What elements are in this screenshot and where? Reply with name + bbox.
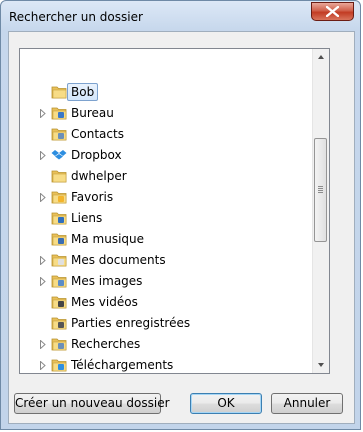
scroll-thumb[interactable] [314, 138, 327, 242]
saved-games-folder-icon [51, 317, 67, 330]
thumb-grip-line [318, 186, 323, 187]
tree-item[interactable]: Bureau [20, 103, 312, 124]
scroll-down-button[interactable] [313, 356, 329, 373]
music-folder-icon [51, 233, 67, 246]
arrow-down-icon [318, 363, 324, 367]
tree-item[interactable]: dwhelper [20, 166, 312, 187]
close-button[interactable] [311, 2, 354, 21]
expand-arrow-icon[interactable] [39, 361, 47, 370]
tree-item[interactable]: Mes images [20, 271, 312, 292]
tree-item[interactable]: Mes vidéos [20, 292, 312, 313]
links-folder-icon [51, 212, 67, 225]
tree-item-label: Bureau [71, 106, 114, 120]
tree-item[interactable]: Ma musique [20, 229, 312, 250]
expand-arrow-icon[interactable] [39, 277, 47, 286]
browse-folder-dialog: Rechercher un dossier Bob Bureau Contacts D… [0, 0, 361, 430]
tree-item-label: Parties enregistrées [71, 316, 191, 330]
downloads-folder-icon [51, 359, 67, 372]
tree-item[interactable]: Téléchargements [20, 355, 312, 373]
tree-item[interactable]: Recherches [20, 334, 312, 355]
tree-item[interactable]: Liens [20, 208, 312, 229]
tree-item-label: Ma musique [71, 232, 145, 246]
tree-item-label: dwhelper [71, 169, 127, 183]
tree-item-label: Liens [71, 211, 103, 225]
expand-arrow-icon[interactable] [39, 109, 47, 118]
ok-button[interactable]: OK [190, 393, 262, 414]
expand-arrow-icon[interactable] [39, 256, 47, 265]
folder-tree[interactable]: Bob Bureau Contacts Dropbox dwhelper Favoris L… [19, 48, 330, 374]
tree-item-label: Mes images [71, 274, 143, 288]
thumb-grip-line [318, 190, 323, 191]
pictures-folder-icon [51, 275, 67, 288]
thumb-grip-line [318, 188, 323, 189]
tree-item[interactable]: Parties enregistrées [20, 313, 312, 334]
videos-folder-icon [51, 296, 67, 309]
title-bar[interactable]: Rechercher un dossier [1, 1, 360, 31]
user-folder-icon [51, 86, 67, 99]
expand-arrow-icon[interactable] [39, 193, 47, 202]
scroll-up-button[interactable] [313, 49, 329, 66]
tree-item[interactable]: Favoris [20, 187, 312, 208]
desktop-folder-icon [51, 107, 67, 120]
tree-item[interactable]: Bob [20, 82, 312, 103]
tree-item-label: Téléchargements [71, 358, 174, 372]
close-icon [326, 6, 339, 17]
tree-item-label: Contacts [71, 127, 124, 141]
arrow-up-icon [318, 55, 324, 59]
tree-item[interactable]: Dropbox [20, 145, 312, 166]
tree-item[interactable]: Contacts [20, 124, 312, 145]
tree-item-label: Bob [67, 83, 99, 101]
documents-folder-icon [51, 254, 67, 267]
tree-item-label: Dropbox [71, 148, 122, 162]
tree-item[interactable]: Mes documents [20, 250, 312, 271]
dialog-title: Rechercher un dossier [9, 10, 143, 24]
favorites-folder-icon [51, 191, 67, 204]
folder-icon [51, 170, 67, 183]
new-folder-button[interactable]: Créer un nouveau dossier [14, 393, 170, 414]
tree-item-label: Recherches [71, 337, 141, 351]
tree-item-label: Mes documents [71, 253, 166, 267]
cancel-button[interactable]: Annuler [271, 393, 343, 414]
thumb-grip-line [318, 192, 323, 193]
contacts-folder-icon [51, 128, 67, 141]
dropbox-icon [51, 150, 67, 160]
searches-folder-icon [51, 338, 67, 351]
vertical-scrollbar[interactable] [312, 49, 329, 373]
tree-item-label: Favoris [71, 190, 114, 204]
tree-item-label: Mes vidéos [71, 295, 138, 309]
expand-arrow-icon[interactable] [39, 151, 47, 160]
expand-arrow-icon[interactable] [39, 340, 47, 349]
